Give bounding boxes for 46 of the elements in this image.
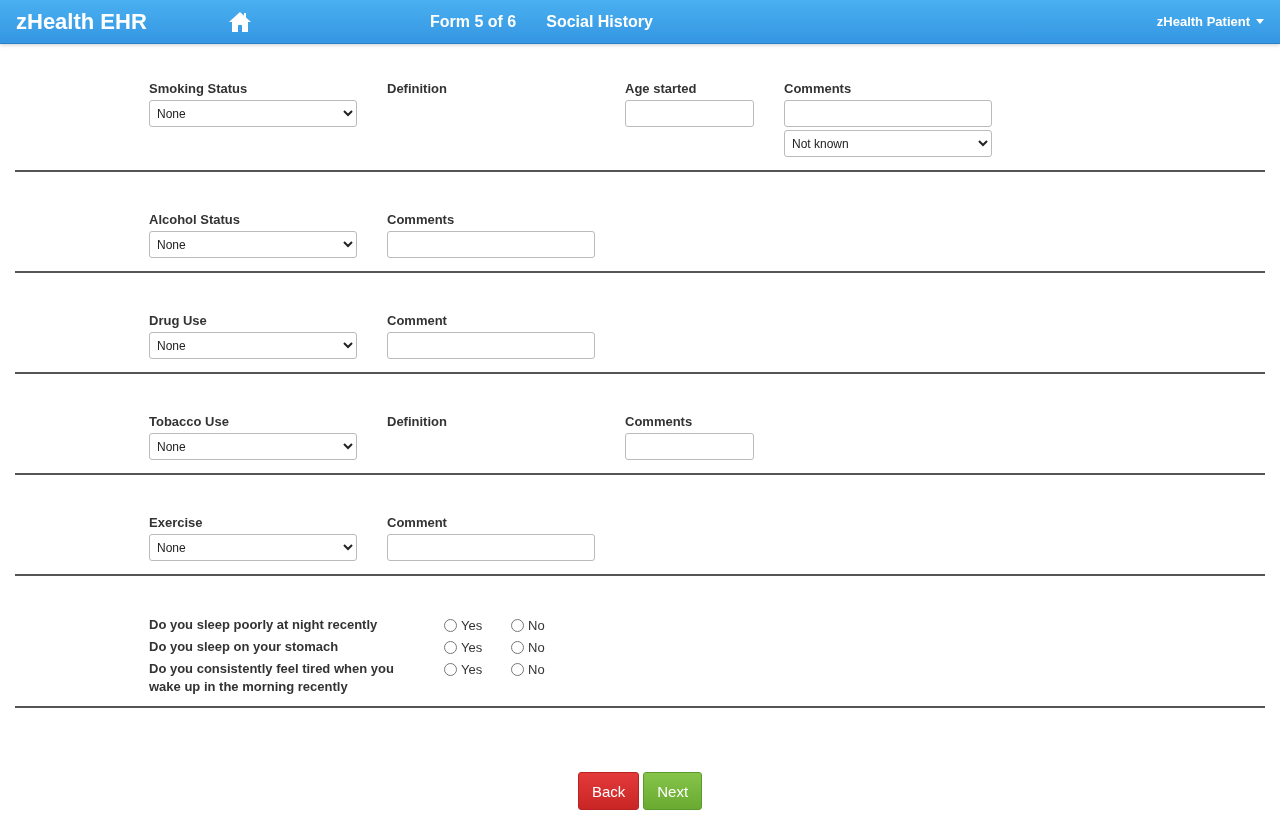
input-field[interactable] [784, 100, 992, 127]
option-label: No [528, 618, 545, 633]
option-label: Yes [461, 618, 483, 633]
input-field[interactable] [387, 534, 595, 561]
field-label: Comment [387, 515, 448, 531]
field-label: Comments [784, 81, 853, 97]
question-text: Do you sleep poorly at night recently [149, 616, 379, 634]
radio-button[interactable] [511, 641, 524, 654]
input-field[interactable] [625, 433, 754, 460]
radio-button[interactable] [444, 663, 457, 676]
radio-button[interactable] [511, 619, 524, 632]
form-step: Form 5 of 6 [430, 12, 517, 31]
input-field[interactable] [625, 100, 754, 127]
form-title: Social History [546, 12, 653, 31]
field-label: Tobacco Use [149, 414, 230, 430]
radio-button[interactable] [444, 641, 457, 654]
option-label: Yes [461, 640, 483, 655]
field-label: Comments [387, 212, 456, 228]
back-button[interactable]: Back [577, 772, 640, 810]
field-label: Alcohol Status [149, 212, 241, 228]
field-label: Age started [625, 81, 698, 97]
radio-button[interactable] [511, 663, 524, 676]
home-icon[interactable] [228, 10, 252, 33]
field-label: Exercise [149, 515, 204, 531]
field-label: Definition [387, 414, 448, 430]
option-label: Yes [461, 662, 483, 677]
field-label: Comment [387, 313, 448, 329]
caret-icon [1256, 19, 1264, 24]
option-label: No [528, 640, 545, 655]
dropdown-field[interactable]: None [149, 231, 357, 258]
field-label: Drug Use [149, 313, 208, 329]
field-label: Smoking Status [149, 81, 249, 97]
dropdown-field[interactable]: None [149, 100, 357, 127]
radio-button[interactable] [444, 619, 457, 632]
input-field[interactable] [387, 231, 595, 258]
dropdown-field[interactable]: None [149, 534, 357, 561]
question-text: Do you consistently feel tired when you wake up in the morning recently [149, 660, 395, 696]
question-text: Do you sleep on your stomach [149, 638, 340, 656]
dropdown-field[interactable]: Not known [784, 130, 992, 157]
brand-title: zHealth EHR [16, 8, 148, 35]
field-label: Definition [387, 81, 448, 97]
option-label: No [528, 662, 545, 677]
dropdown-field[interactable]: None [149, 332, 357, 359]
input-field[interactable] [387, 332, 595, 359]
field-label: Comments [625, 414, 694, 430]
dropdown-field[interactable]: None [149, 433, 357, 460]
